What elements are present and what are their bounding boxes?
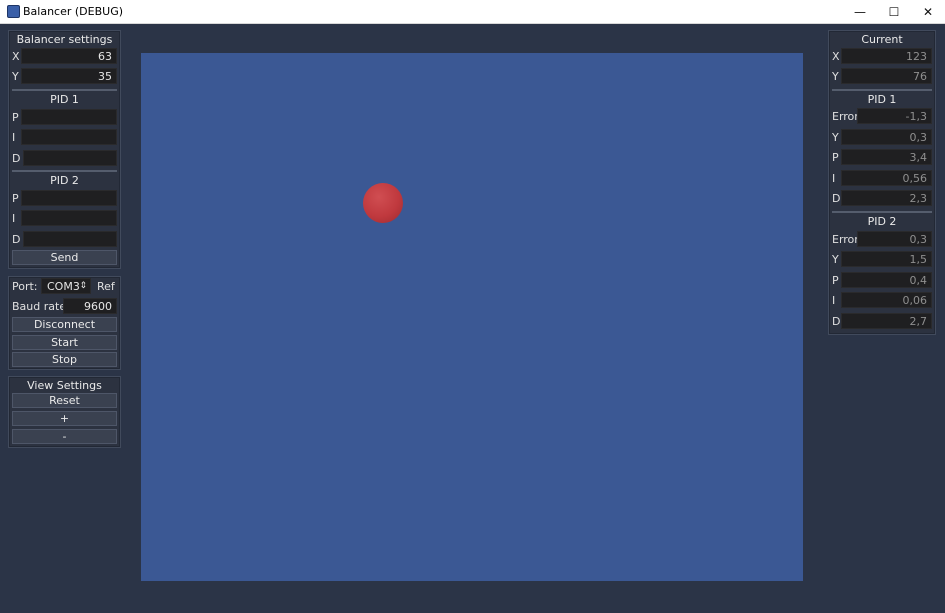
current-pid1-title: PID 1: [867, 93, 897, 106]
pid1-d-label: D: [12, 152, 21, 165]
pid2-i-input[interactable]: [21, 210, 117, 226]
baud-rate-input[interactable]: 9600: [63, 298, 117, 314]
current-x-value: 123: [841, 48, 932, 64]
pid1-i-label: I: [832, 172, 836, 185]
x-input[interactable]: 63: [21, 48, 117, 64]
pid1-p-label: P: [12, 111, 19, 124]
pid1-title: PID 1: [50, 93, 79, 106]
port-label: Port:: [12, 280, 38, 293]
pid1-error-label: Error: [832, 110, 859, 123]
pid2-d-label: D: [12, 233, 21, 246]
pid1-d-input[interactable]: [23, 150, 117, 166]
close-button[interactable]: ✕: [911, 0, 945, 23]
divider: [832, 211, 932, 213]
divider: [12, 89, 117, 91]
current-y-value: 76: [841, 68, 932, 84]
pid1-p-input[interactable]: [21, 109, 117, 125]
ball: [363, 183, 403, 223]
current-panel: Current X 123 Y 76 PID 1 Error -1,3 Y 0,…: [828, 30, 936, 335]
pid2-error-value: 0,3: [857, 231, 932, 247]
zoom-in-button[interactable]: +: [12, 411, 117, 426]
pid2-i-value: 0,06: [841, 292, 932, 308]
x-label: X: [12, 50, 20, 63]
pid2-y-value: 1,5: [841, 251, 932, 267]
reset-view-button[interactable]: Reset: [12, 393, 117, 408]
minimize-button[interactable]: —: [843, 0, 877, 23]
pid2-d-input[interactable]: [23, 231, 117, 247]
disconnect-button[interactable]: Disconnect: [12, 317, 117, 332]
start-button[interactable]: Start: [12, 335, 117, 350]
pid2-error-label: Error: [832, 233, 859, 246]
y-label: Y: [12, 70, 19, 83]
y-input[interactable]: 35: [21, 68, 117, 84]
stop-button[interactable]: Stop: [12, 352, 117, 367]
window-title: Balancer (DEBUG): [23, 5, 124, 18]
port-value: COM3: [47, 280, 80, 293]
pid1-i-label: I: [12, 131, 16, 144]
balancer-settings-title: Balancer settings: [16, 33, 113, 46]
refresh-ports-button[interactable]: Ref: [97, 280, 115, 293]
pid1-p-label: P: [832, 151, 839, 164]
baud-rate-label: Baud rate:: [12, 300, 70, 313]
pid1-d-label: D: [832, 192, 841, 205]
view-settings-panel: View Settings Reset + -: [8, 376, 121, 448]
pid2-y-label: Y: [832, 253, 839, 266]
connection-panel: Port: COM3 ⇕ Ref Baud rate: 9600 Disconn…: [8, 276, 121, 370]
pid2-p-label: P: [12, 192, 19, 205]
current-title: Current: [861, 33, 903, 46]
spinner-icon: ⇕: [79, 281, 87, 291]
simulation-canvas[interactable]: [141, 53, 803, 581]
current-x-label: X: [832, 50, 840, 63]
maximize-button[interactable]: ☐: [877, 0, 911, 23]
send-button[interactable]: Send: [12, 250, 117, 265]
pid1-y-label: Y: [832, 131, 839, 144]
pid2-p-label: P: [832, 274, 839, 287]
divider: [12, 170, 117, 172]
pid1-d-value: 2,3: [841, 190, 932, 206]
pid1-i-input[interactable]: [21, 129, 117, 145]
view-settings-title: View Settings: [27, 379, 102, 392]
pid1-i-value: 0,56: [841, 170, 932, 186]
pid1-p-value: 3,4: [841, 149, 932, 165]
port-select[interactable]: COM3 ⇕: [41, 278, 91, 294]
app-icon: [7, 5, 20, 18]
pid2-p-value: 0,4: [841, 272, 932, 288]
pid2-p-input[interactable]: [21, 190, 117, 206]
title-bar: Balancer (DEBUG) — ☐ ✕: [0, 0, 945, 24]
balancer-settings-panel: Balancer settings X 63 Y 35 PID 1 P I D …: [8, 30, 121, 269]
pid1-y-value: 0,3: [841, 129, 932, 145]
current-y-label: Y: [832, 70, 839, 83]
pid2-i-label: I: [832, 294, 836, 307]
current-pid2-title: PID 2: [867, 215, 897, 228]
pid2-i-label: I: [12, 212, 16, 225]
pid2-d-label: D: [832, 315, 841, 328]
pid2-d-value: 2,7: [841, 313, 932, 329]
divider: [832, 89, 932, 91]
zoom-out-button[interactable]: -: [12, 429, 117, 444]
pid2-title: PID 2: [50, 174, 79, 187]
pid1-error-value: -1,3: [857, 108, 932, 124]
